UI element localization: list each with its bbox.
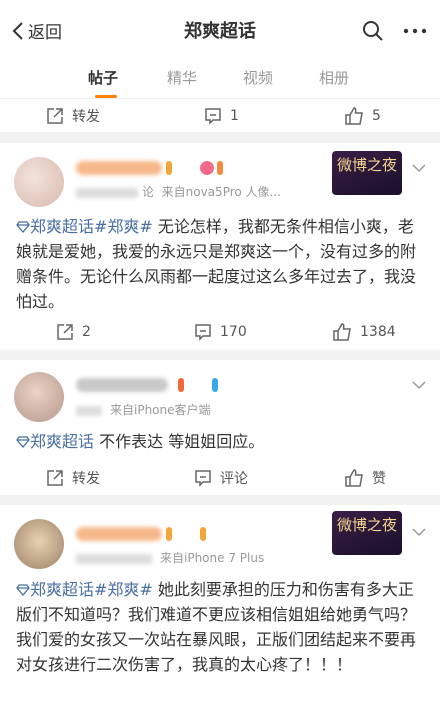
post-text: 郑爽超话#郑爽# 她此刻要承担的压力和伤害有多大正版们不知道吗？我们难道不更应该… bbox=[16, 580, 417, 674]
post-meta: 来自iPhone 7 Plus bbox=[76, 549, 306, 566]
comment-button[interactable]: 1 bbox=[204, 99, 239, 133]
comment-button[interactable]: 评论 bbox=[194, 461, 248, 495]
level-badge bbox=[166, 161, 172, 175]
topic-link[interactable]: 郑爽超话#郑爽# bbox=[16, 580, 153, 599]
comment-icon bbox=[195, 470, 211, 487]
comment-icon bbox=[195, 324, 211, 341]
username[interactable] bbox=[76, 378, 168, 392]
repost-icon bbox=[57, 324, 73, 340]
post-card-3[interactable]: 来自iPhone 7 Plus 微博之夜 郑爽超话#郑爽# 她此刻要承担的压力和… bbox=[0, 505, 440, 703]
repost-button[interactable]: 转发 bbox=[46, 461, 100, 495]
post-actions: 转发 评论 赞 bbox=[0, 461, 440, 495]
username[interactable] bbox=[76, 527, 162, 541]
avatar[interactable] bbox=[14, 157, 64, 207]
tab-featured[interactable]: 精华 bbox=[167, 67, 197, 88]
timestamp-blurred bbox=[76, 405, 102, 416]
chevron-down-icon[interactable] bbox=[412, 163, 426, 173]
more-icon[interactable] bbox=[402, 20, 428, 42]
fan-badge bbox=[178, 378, 184, 392]
prev-post-actions: 转发 1 5 bbox=[0, 98, 440, 132]
repost-icon bbox=[47, 108, 63, 124]
like-button[interactable]: 1384 bbox=[333, 315, 396, 349]
post-card-2[interactable]: 来自iPhone客户端 郑爽超话 不作表达 等姐姐回应。 转发 评论 赞 bbox=[0, 360, 440, 495]
tab-posts[interactable]: 帖子 bbox=[88, 67, 118, 88]
post-meta: 来自iPhone客户端 bbox=[76, 401, 276, 418]
username[interactable] bbox=[76, 161, 162, 175]
thumbs-up-icon bbox=[345, 107, 363, 125]
top-nav-bar: 返回 郑爽超话 bbox=[0, 0, 440, 62]
post-text: 郑爽超话#郑爽# 无论怎样，我都无条件相信小爽，老娘就是爱她，我爱的永远只是郑爽… bbox=[16, 217, 417, 311]
post-actions: 2 170 1384 bbox=[0, 315, 440, 349]
avatar[interactable] bbox=[14, 372, 64, 422]
topic-link[interactable]: 郑爽超话#郑爽# bbox=[16, 217, 153, 236]
repost-button[interactable]: 2 bbox=[56, 315, 91, 349]
thumbs-up-icon bbox=[333, 323, 351, 341]
comment-icon bbox=[205, 108, 221, 125]
like-button[interactable]: 5 bbox=[345, 99, 381, 133]
medal-icon bbox=[200, 161, 214, 175]
weibo-night-stamp: 微博之夜 bbox=[332, 511, 402, 555]
diamond-icon bbox=[16, 221, 30, 233]
repost-icon bbox=[47, 470, 63, 486]
diamond-icon bbox=[16, 436, 30, 448]
weibo-night-stamp: 微博之夜 bbox=[332, 151, 402, 195]
comment-button[interactable]: 170 bbox=[194, 315, 247, 349]
timestamp-blurred bbox=[76, 553, 152, 564]
chevron-down-icon[interactable] bbox=[412, 380, 426, 390]
topic-link[interactable]: 郑爽超话 bbox=[16, 432, 94, 451]
post-text: 郑爽超话 不作表达 等姐姐回应。 bbox=[16, 429, 426, 454]
diamond-icon bbox=[16, 584, 30, 596]
chevron-down-icon[interactable] bbox=[412, 527, 426, 537]
post-meta: 论 来自nova5Pro 人像... bbox=[76, 183, 306, 200]
tab-bar: 帖子 精华 视频 相册 bbox=[0, 62, 440, 98]
vip-badge bbox=[217, 161, 223, 175]
level-badge bbox=[166, 527, 172, 541]
thumbs-up-icon bbox=[345, 469, 363, 487]
timestamp-blurred bbox=[76, 187, 138, 198]
search-icon[interactable] bbox=[362, 20, 384, 42]
post-card-1[interactable]: 论 来自nova5Pro 人像... 微博之夜 郑爽超话#郑爽# 无论怎样，我都… bbox=[0, 143, 440, 350]
repost-button[interactable]: 转发 bbox=[46, 99, 100, 133]
like-button[interactable]: 赞 bbox=[345, 461, 386, 495]
fan-badge bbox=[200, 527, 206, 541]
tab-album[interactable]: 相册 bbox=[319, 67, 349, 88]
avatar[interactable] bbox=[14, 519, 64, 569]
new-badge bbox=[212, 378, 218, 392]
tab-videos[interactable]: 视频 bbox=[243, 67, 273, 88]
